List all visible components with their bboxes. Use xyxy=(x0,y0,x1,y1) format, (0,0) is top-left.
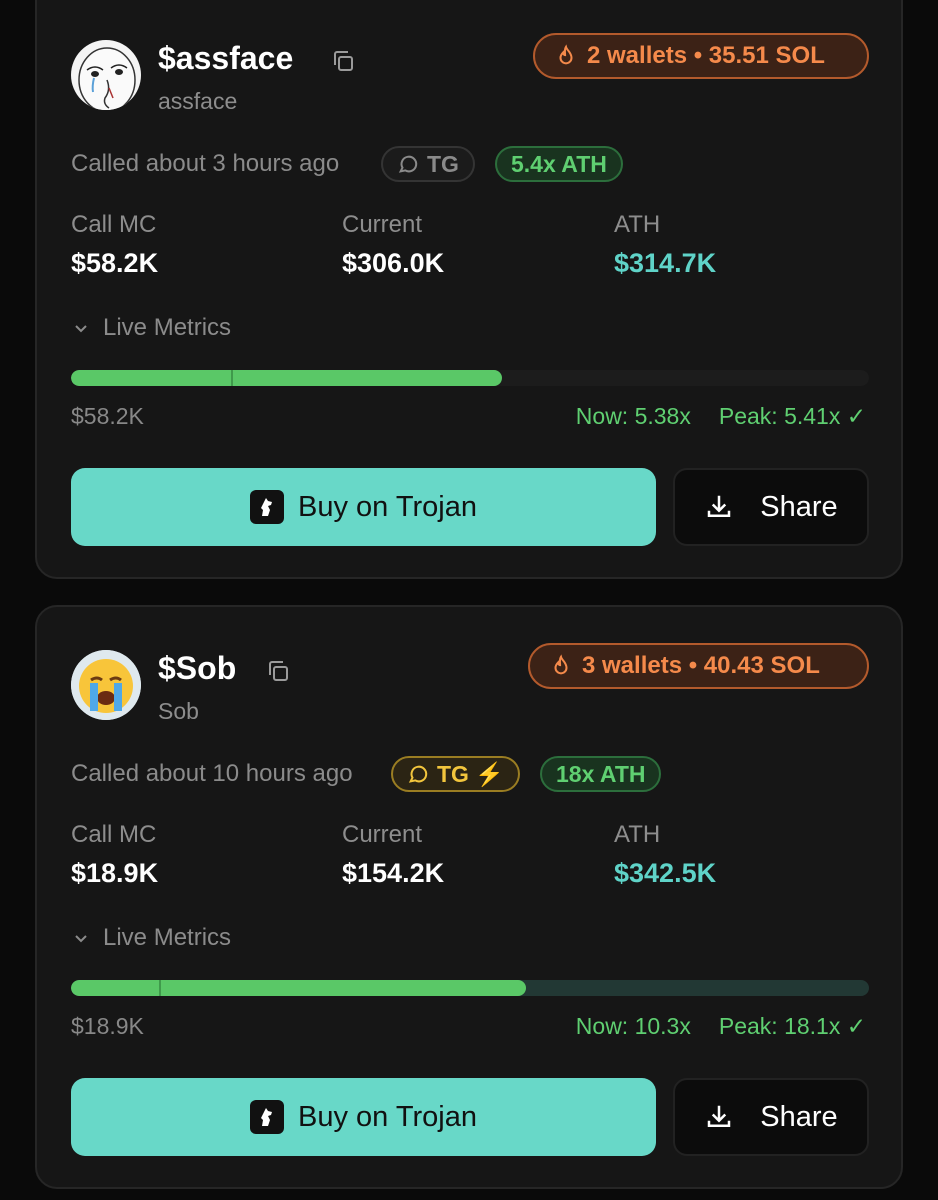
wallets-text: 2 wallets • 35.51 SOL xyxy=(587,42,825,69)
token-name: Sob xyxy=(158,698,199,724)
telegram-chip[interactable]: TG ⚡ xyxy=(391,756,520,792)
now-peak-row: Now: 5.38x Peak: 5.41x ✓ xyxy=(576,403,866,430)
chat-bubble-icon xyxy=(398,155,418,173)
buy-on-trojan-button[interactable]: Buy on Trojan xyxy=(71,1078,656,1156)
ath-value: $314.7K xyxy=(614,248,717,278)
call-mc-label: Call MC xyxy=(71,211,157,238)
trojan-horse-icon xyxy=(250,1100,285,1134)
buy-label: Buy on Trojan xyxy=(298,1100,477,1133)
chevron-down-icon xyxy=(75,325,87,333)
token-symbol: $assface xyxy=(158,40,294,76)
current-label: Current xyxy=(342,211,423,238)
base-mc: $18.9K xyxy=(71,1013,144,1039)
telegram-label: TG xyxy=(427,150,459,177)
peak-multiple: Peak: 5.41x ✓ xyxy=(718,403,866,429)
token-call-card: $Sob Sob 3 wallets • 40.43 SOL Called ab… xyxy=(35,605,903,1189)
trojan-horse-icon xyxy=(250,490,285,524)
crying-emoji-avatar[interactable] xyxy=(71,650,141,720)
share-button[interactable]: Share xyxy=(673,468,869,546)
ath-multiple-badge: 5.4x ATH xyxy=(495,146,623,182)
progress-fill xyxy=(71,370,502,386)
called-time: Called about 10 hours ago xyxy=(71,760,353,787)
ath-label: ATH xyxy=(614,211,661,238)
share-label: Share xyxy=(760,1100,838,1133)
share-button[interactable]: Share xyxy=(673,1078,869,1156)
live-metrics-label: Live Metrics xyxy=(103,924,232,951)
ath-value: $342.5K xyxy=(614,858,717,888)
meme-face-avatar[interactable] xyxy=(71,40,141,110)
telegram-label: TG ⚡ xyxy=(437,760,504,787)
download-icon xyxy=(708,1105,731,1127)
share-label: Share xyxy=(760,490,838,523)
called-time: Called about 3 hours ago xyxy=(71,150,340,177)
wallets-badge: 2 wallets • 35.51 SOL xyxy=(533,33,869,79)
live-metrics-label: Live Metrics xyxy=(103,314,232,341)
download-icon xyxy=(708,495,731,517)
peak-multiple: Peak: 18.1x ✓ xyxy=(718,1013,866,1039)
current-label: Current xyxy=(342,821,423,848)
buy-label: Buy on Trojan xyxy=(298,490,477,523)
token-call-card: $assface assface 2 wallets • 35.51 SOL C… xyxy=(35,0,903,579)
chevron-down-icon xyxy=(75,935,87,943)
call-marker xyxy=(231,370,233,386)
wallets-badge: 3 wallets • 40.43 SOL xyxy=(528,643,869,689)
call-mc-value: $18.9K xyxy=(71,858,159,888)
copy-icon[interactable] xyxy=(331,49,355,73)
call-mc-value: $58.2K xyxy=(71,248,159,278)
now-multiple: Now: 5.38x xyxy=(575,403,691,429)
telegram-chip[interactable]: TG xyxy=(381,146,475,182)
base-mc: $58.2K xyxy=(71,403,144,429)
now-multiple: Now: 10.3x xyxy=(575,1013,691,1039)
progress-fill xyxy=(71,980,526,996)
ath-multiple-badge: 18x ATH xyxy=(540,756,662,792)
token-name: assface xyxy=(158,88,238,114)
current-value: $306.0K xyxy=(342,248,445,278)
call-mc-label: Call MC xyxy=(71,821,157,848)
token-symbol: $Sob xyxy=(158,650,237,686)
live-metrics-toggle[interactable]: Live Metrics xyxy=(73,314,231,342)
buy-on-trojan-button[interactable]: Buy on Trojan xyxy=(71,468,656,546)
call-marker xyxy=(159,980,161,996)
chat-bubble-icon xyxy=(408,765,428,783)
now-peak-row: Now: 10.3x Peak: 18.1x ✓ xyxy=(576,1013,866,1040)
live-metrics-toggle[interactable]: Live Metrics xyxy=(73,924,231,952)
wallets-text: 3 wallets • 40.43 SOL xyxy=(582,652,820,679)
current-value: $154.2K xyxy=(342,858,445,888)
ath-label: ATH xyxy=(614,821,661,848)
progress-bar xyxy=(71,980,869,996)
fire-icon xyxy=(559,44,573,65)
copy-icon[interactable] xyxy=(266,659,290,683)
fire-icon xyxy=(554,654,568,675)
progress-bar xyxy=(71,370,869,386)
